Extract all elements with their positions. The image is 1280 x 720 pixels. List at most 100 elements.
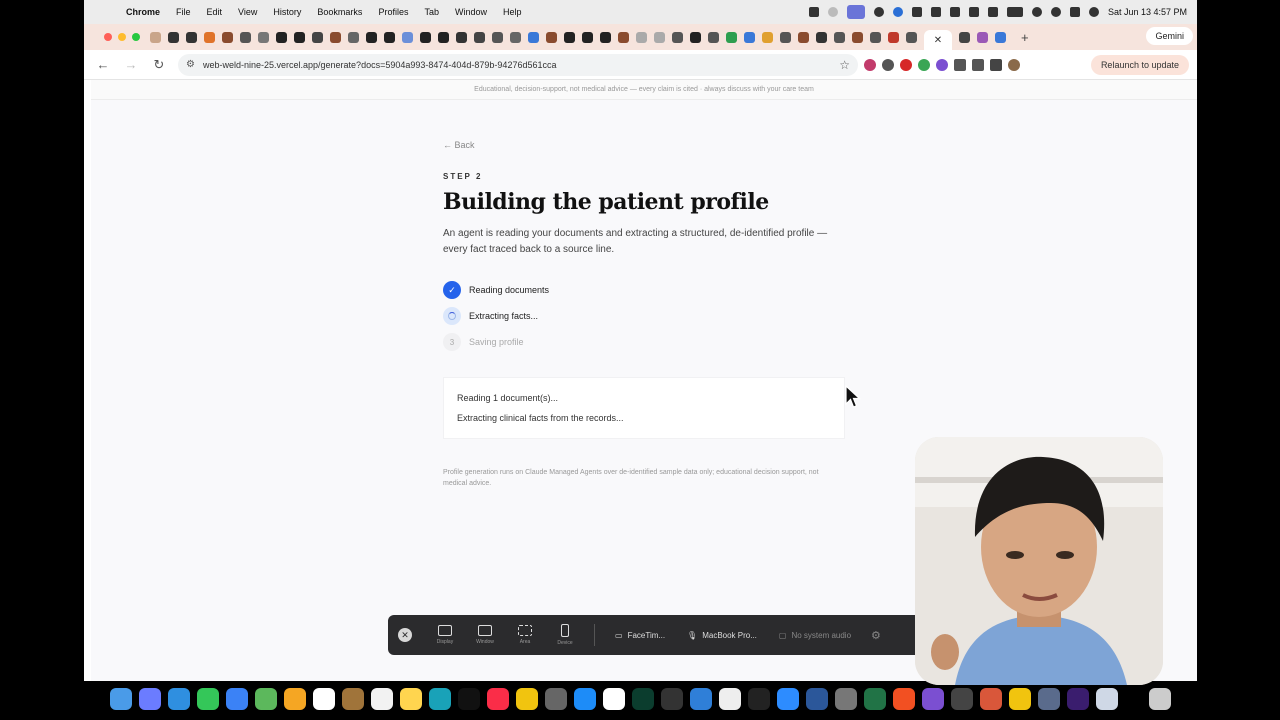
tab-favicon[interactable]	[762, 31, 773, 43]
tab-favicon[interactable]	[744, 31, 755, 43]
status-app-icon[interactable]	[873, 7, 884, 17]
messages-icon[interactable]	[197, 688, 219, 710]
tab-favicon[interactable]	[492, 31, 503, 43]
safari-icon[interactable]	[168, 688, 190, 710]
mail-icon[interactable]	[226, 688, 248, 710]
menu-profiles[interactable]: Profiles	[370, 7, 416, 17]
calendar-icon[interactable]	[313, 688, 335, 710]
menu-bookmarks[interactable]: Bookmarks	[309, 7, 370, 17]
tab-favicon[interactable]	[294, 31, 305, 43]
status-app-icon[interactable]	[930, 7, 941, 17]
tab-favicon[interactable]	[276, 31, 287, 43]
tab-favicon[interactable]	[330, 31, 341, 43]
record-display-option[interactable]: Display	[428, 625, 462, 645]
address-bar[interactable]: ⚙ web-weld-nine-25.vercel.app/generate?d…	[178, 53, 858, 76]
close-window-button[interactable]	[104, 33, 112, 41]
app-icon[interactable]	[922, 688, 944, 710]
menu-clock[interactable]: Sat Jun 13 4:57 PM	[1108, 7, 1187, 17]
tab-favicon[interactable]	[852, 31, 863, 43]
vscode-icon[interactable]	[690, 688, 712, 710]
menu-view[interactable]: View	[230, 7, 265, 17]
word-icon[interactable]	[806, 688, 828, 710]
app-icon[interactable]	[1067, 688, 1089, 710]
activity-monitor-icon[interactable]	[632, 688, 654, 710]
tab-favicon[interactable]	[204, 31, 215, 43]
tab-favicon[interactable]	[384, 31, 395, 43]
extension-icon[interactable]	[864, 58, 876, 71]
apple-tv-icon[interactable]	[458, 688, 480, 710]
tab-favicon[interactable]	[888, 31, 899, 43]
office-icon[interactable]	[893, 688, 915, 710]
back-arrow-icon[interactable]: ←	[92, 54, 114, 76]
freeform-icon[interactable]	[429, 688, 451, 710]
app-icon[interactable]	[1096, 688, 1118, 710]
gemini-button[interactable]: Gemini	[1146, 27, 1193, 45]
site-info-icon[interactable]: ⚙	[186, 59, 195, 70]
microphone-source[interactable]: 🎙 MacBook Pro...	[679, 631, 765, 640]
tab-favicon[interactable]	[528, 31, 539, 43]
relaunch-update-button[interactable]: Relaunch to update	[1090, 54, 1189, 75]
tab-favicon[interactable]	[348, 31, 359, 43]
tab-favicon[interactable]	[995, 31, 1006, 43]
tab-favicon[interactable]	[600, 31, 611, 43]
tab-active-close-icon[interactable]: ✕	[924, 30, 952, 50]
menu-app-name[interactable]: Chrome	[118, 7, 168, 17]
new-tab-button[interactable]: +	[1021, 30, 1029, 45]
side-panel-icon[interactable]	[972, 58, 984, 71]
record-device-option[interactable]: Device	[548, 624, 582, 646]
menu-window[interactable]: Window	[447, 7, 495, 17]
tab-favicon[interactable]	[672, 31, 683, 43]
tab-favicon[interactable]	[780, 31, 791, 43]
tab-favicon[interactable]	[618, 31, 629, 43]
screen-record-icon[interactable]	[846, 5, 865, 19]
tab-favicon[interactable]	[654, 31, 665, 43]
close-recorder-icon[interactable]: ✕	[398, 628, 412, 642]
camera-source[interactable]: ▭ FaceTim...	[607, 631, 673, 640]
photos-icon[interactable]	[284, 688, 306, 710]
tab-favicon[interactable]	[959, 31, 970, 43]
tab-favicon[interactable]	[222, 31, 233, 43]
app-icon[interactable]	[835, 688, 857, 710]
finder-icon[interactable]	[110, 688, 132, 710]
record-area-option[interactable]: Area	[508, 625, 542, 645]
status-app-icon[interactable]	[892, 7, 903, 17]
tab-favicon[interactable]	[906, 31, 917, 43]
battery-icon[interactable]	[1006, 7, 1023, 17]
url-text[interactable]: web-weld-nine-25.vercel.app/generate?doc…	[203, 60, 839, 70]
tab-favicon[interactable]	[258, 31, 269, 43]
tab-favicon[interactable]	[816, 31, 827, 43]
status-app-icon[interactable]	[949, 7, 960, 17]
tab-favicon[interactable]	[726, 31, 737, 43]
app-icon[interactable]	[951, 688, 973, 710]
status-app-icon[interactable]	[911, 7, 922, 17]
record-window-option[interactable]: Window	[468, 625, 502, 645]
tab-favicon[interactable]	[240, 31, 251, 43]
tab-favicon[interactable]	[312, 31, 323, 43]
system-settings-icon[interactable]	[545, 688, 567, 710]
terminal-icon[interactable]	[661, 688, 683, 710]
status-app-icon[interactable]	[968, 7, 979, 17]
excel-icon[interactable]	[864, 688, 886, 710]
control-center-icon[interactable]	[1069, 7, 1080, 17]
tab-favicon[interactable]	[708, 31, 719, 43]
extension-icon[interactable]	[900, 58, 912, 71]
status-app-icon[interactable]	[808, 7, 819, 17]
menu-tab[interactable]: Tab	[416, 7, 447, 17]
tab-favicon[interactable]	[420, 31, 431, 43]
extensions-puzzle-icon[interactable]	[954, 58, 966, 71]
extension-icon[interactable]	[936, 58, 948, 71]
tab-favicon[interactable]	[834, 31, 845, 43]
notes-icon[interactable]	[400, 688, 422, 710]
system-audio-source[interactable]: ▢ No system audio	[771, 631, 859, 640]
reminders-icon[interactable]	[371, 688, 393, 710]
claude-icon[interactable]	[980, 688, 1002, 710]
menu-help[interactable]: Help	[495, 7, 530, 17]
zoom-icon[interactable]	[777, 688, 799, 710]
tab-favicon[interactable]	[870, 31, 881, 43]
tab-favicon[interactable]	[456, 31, 467, 43]
tab-favicon[interactable]	[582, 31, 593, 43]
tab-favicon[interactable]	[366, 31, 377, 43]
notion-icon[interactable]	[603, 688, 625, 710]
siri-icon[interactable]	[1088, 7, 1099, 17]
profile-avatar[interactable]	[1008, 58, 1020, 71]
